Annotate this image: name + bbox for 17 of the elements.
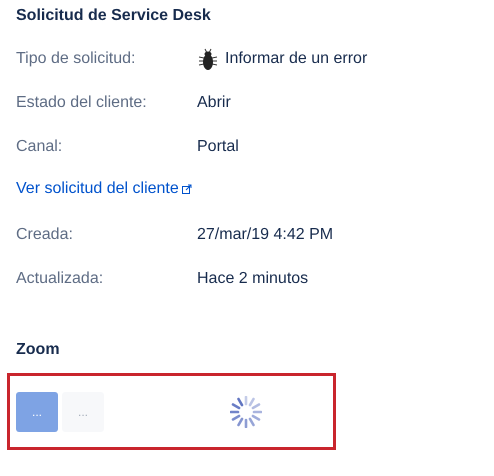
field-label: Tipo de solicitud: xyxy=(16,50,136,68)
section-title: Zoom xyxy=(16,341,61,359)
bug-icon xyxy=(197,47,219,71)
field-label: Estado del cliente: xyxy=(16,94,148,112)
field-value: Informar de un error xyxy=(225,50,368,68)
field-value: 27/mar/19 4:42 PM xyxy=(197,226,334,244)
field-value: Portal xyxy=(197,138,239,156)
field-value: Abrir xyxy=(197,94,231,112)
field-label: Creada: xyxy=(16,226,74,244)
customer-request-link[interactable]: Ver solicitud del cliente xyxy=(16,180,179,198)
zoom-button[interactable]: ... xyxy=(16,392,58,432)
field-label: Canal: xyxy=(16,138,64,156)
zoom-button[interactable]: ... xyxy=(62,392,104,432)
external-link-icon xyxy=(182,184,192,194)
section-title: Solicitud de Service Desk xyxy=(16,7,212,25)
field-label: Actualizada: xyxy=(16,270,104,288)
field-value: Hace 2 minutos xyxy=(197,270,308,288)
